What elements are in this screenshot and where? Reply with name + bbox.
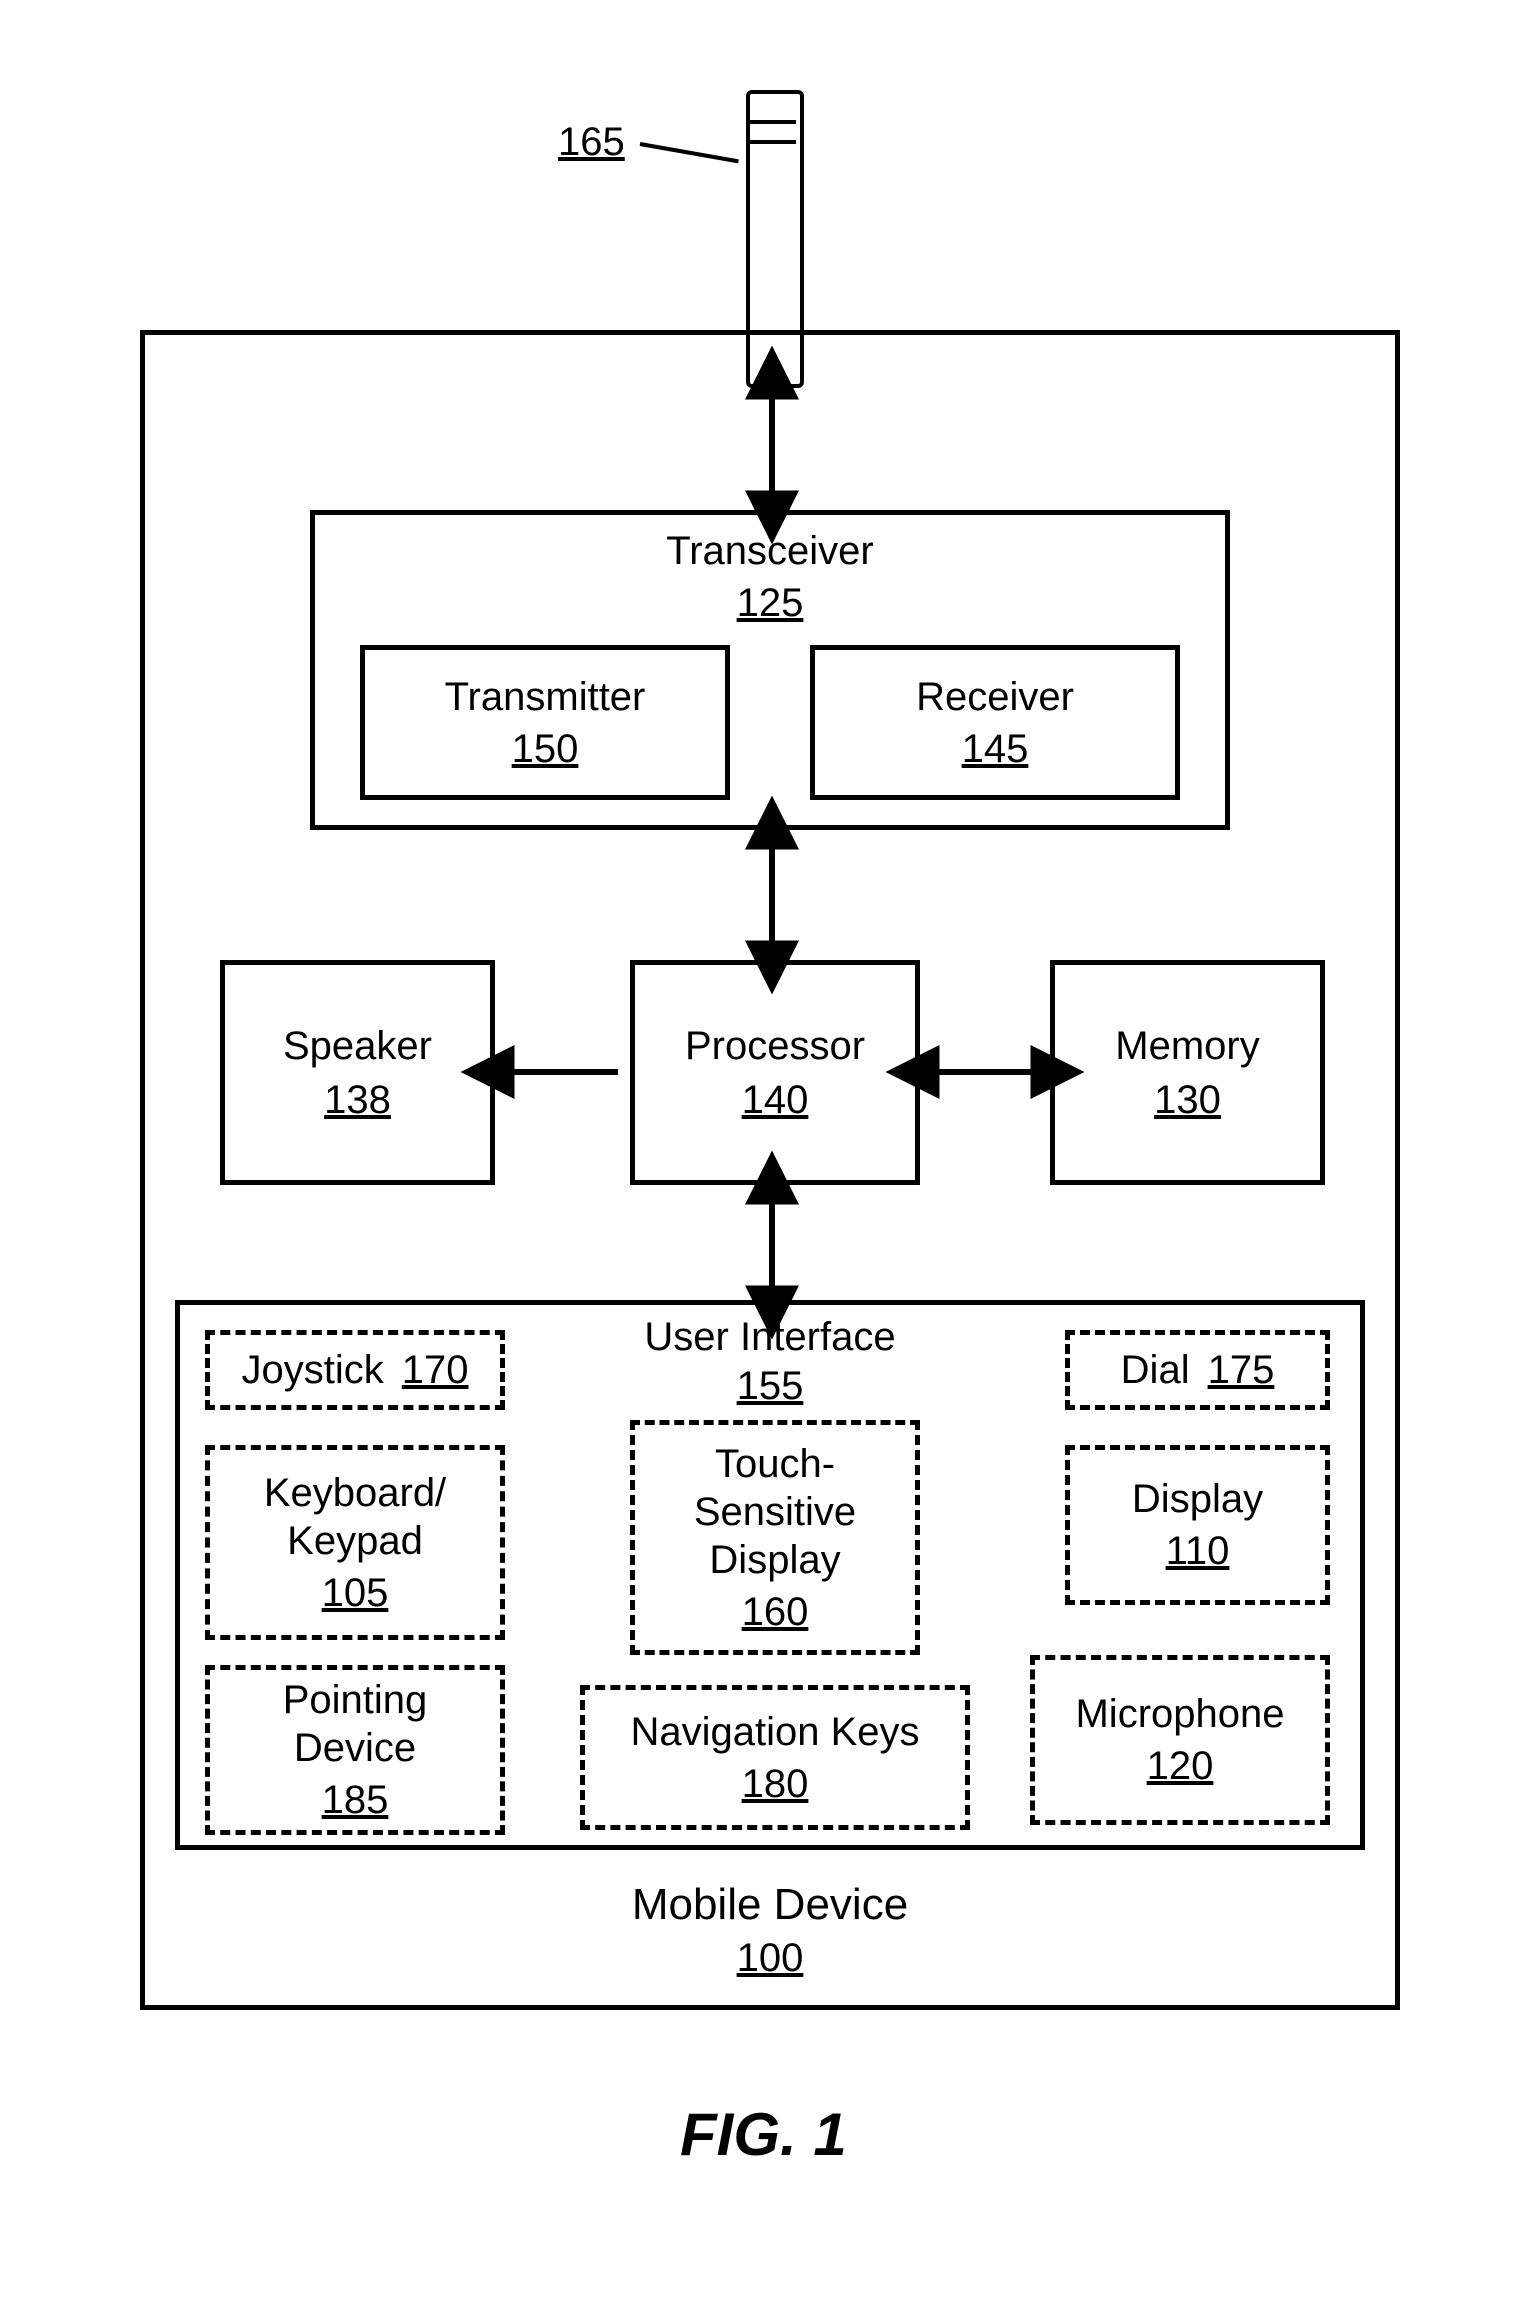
figure-caption: FIG. 1 — [680, 2100, 847, 2169]
figure-canvas: 165 Mobile Device 100 Transceiver 125 Tr… — [0, 0, 1532, 2321]
connectors — [0, 0, 1532, 2321]
